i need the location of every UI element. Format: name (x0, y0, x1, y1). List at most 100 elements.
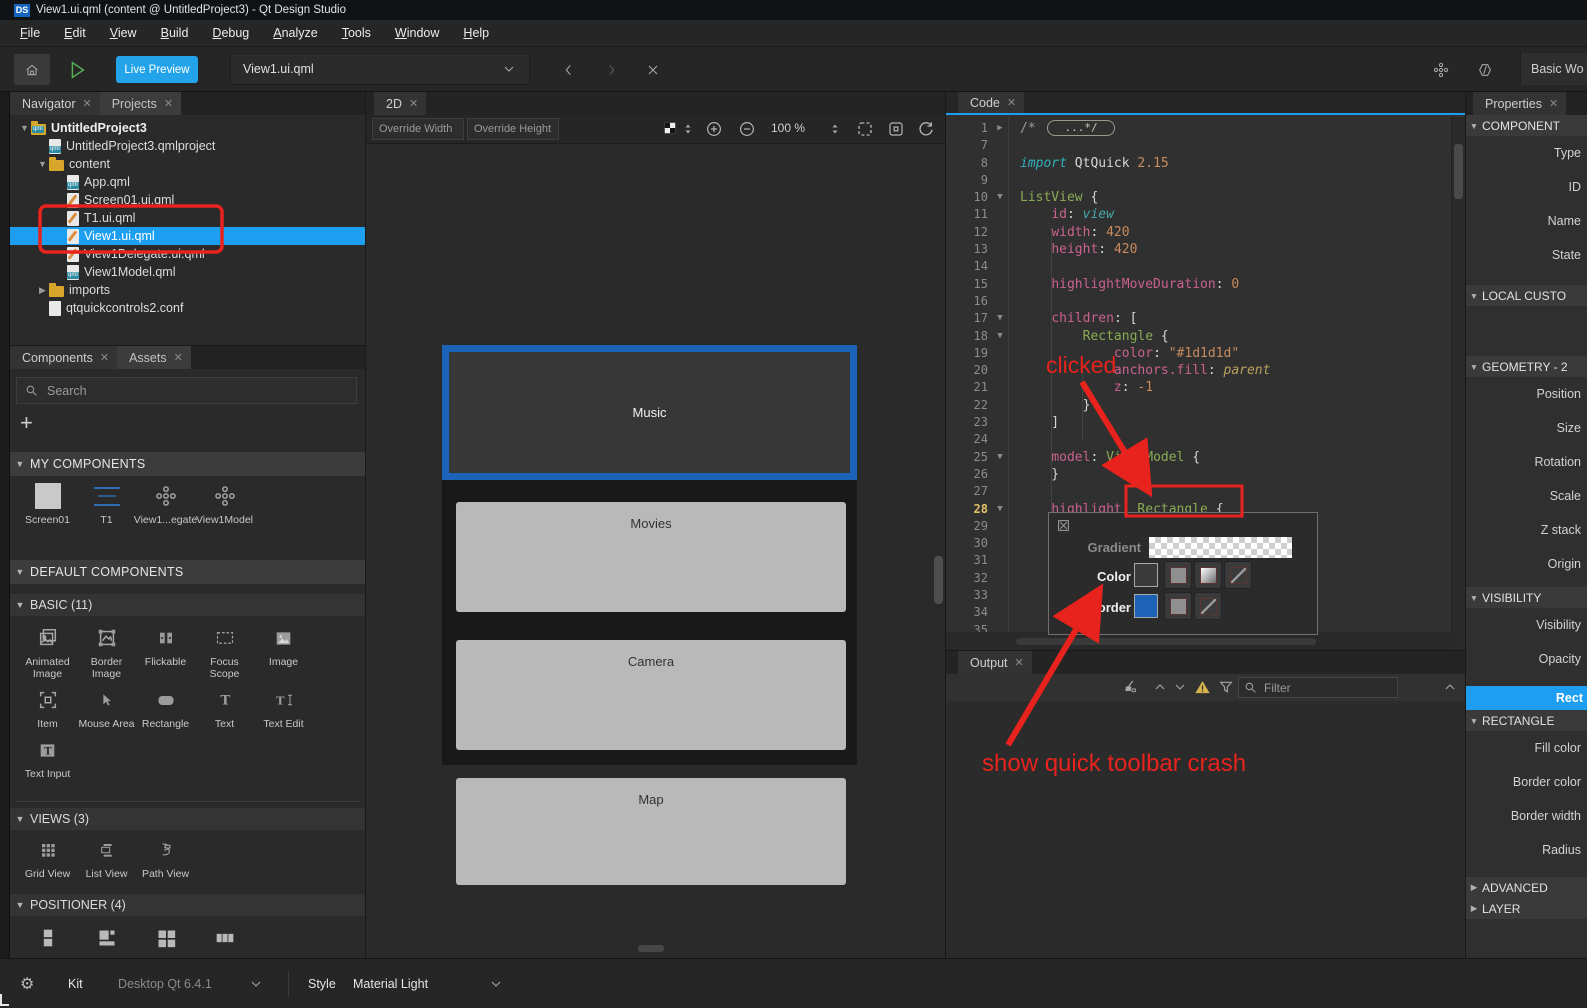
section-advanced[interactable]: ▶ADVANCED (1466, 877, 1587, 898)
code-line-7[interactable]: 7 (946, 137, 1452, 154)
tree-item-view1model-qml[interactable]: View1Model.qml (10, 263, 365, 281)
component-image[interactable]: Image (254, 622, 313, 680)
code-line-18[interactable]: 18▼ Rectangle { (946, 328, 1452, 345)
property-id[interactable]: ID (1466, 170, 1587, 204)
color-transparent-button[interactable] (1224, 561, 1252, 589)
component-pos-flow[interactable] (77, 922, 136, 954)
folded-comment-pill[interactable]: ...*/ (1047, 120, 1114, 136)
section-default-components[interactable]: ▼DEFAULT COMPONENTS (10, 560, 365, 584)
border-transparent-button[interactable] (1194, 592, 1222, 620)
component-text[interactable]: TText (195, 684, 254, 730)
color-solid-button[interactable] (1164, 561, 1192, 589)
close-icon[interactable]: ✕ (174, 351, 183, 364)
list-item-camera[interactable]: Camera (456, 640, 846, 750)
tab-properties[interactable]: Properties✕ (1473, 92, 1566, 115)
expander-icon[interactable]: ▼ (36, 159, 49, 169)
property-z-stack[interactable]: Z stack (1466, 513, 1587, 547)
close-icon[interactable]: ✕ (164, 97, 173, 110)
section-visibility[interactable]: ▼VISIBILITY (1466, 587, 1587, 608)
border-solid-button[interactable] (1164, 592, 1192, 620)
tree-item-qtquickcontrols2-conf[interactable]: qtquickcontrols2.conf (10, 299, 365, 317)
property-visibility[interactable]: Visibility (1466, 608, 1587, 642)
tree-item-t1-ui-qml[interactable]: T1.ui.qml (10, 209, 365, 227)
menu-help[interactable]: Help (451, 20, 501, 46)
tab-assets[interactable]: Assets✕ (117, 346, 191, 369)
property-scale[interactable]: Scale (1466, 479, 1587, 513)
code-hscroll-handle[interactable] (1016, 638, 1316, 645)
code-line-1[interactable]: 1▶/* ...*/ (946, 120, 1452, 137)
selected-tab-rect[interactable]: Rect (1466, 686, 1587, 710)
live-preview-button[interactable]: Live Preview (116, 56, 198, 83)
component-text-edit[interactable]: TText Edit (254, 684, 313, 730)
menu-tools[interactable]: Tools (330, 20, 383, 46)
close-icon[interactable]: ✕ (1007, 96, 1016, 109)
collapse-panel-icon[interactable] (1442, 679, 1458, 695)
section-local-custo[interactable]: ▼LOCAL CUSTO (1466, 285, 1587, 306)
component-search[interactable] (16, 377, 357, 404)
expander-icon[interactable]: ▼ (18, 123, 31, 133)
code-line-25[interactable]: 25▼ model: View1Model { (946, 449, 1452, 466)
close-icon[interactable]: ✕ (1015, 656, 1024, 669)
run-button[interactable] (60, 54, 94, 85)
property-name[interactable]: Name (1466, 204, 1587, 238)
tree-item-imports[interactable]: ▶imports (10, 281, 365, 299)
kit-value[interactable]: Desktop Qt 6.4.1 (118, 973, 212, 995)
component-border-image[interactable]: Border Image (77, 622, 136, 680)
code-line-15[interactable]: 15 highlightMoveDuration: 0 (946, 276, 1452, 293)
code-line-23[interactable]: 23 ] (946, 414, 1452, 431)
code-line-13[interactable]: 13 height: 420 (946, 241, 1452, 258)
fold-marker-icon[interactable]: ▼ (992, 449, 1008, 466)
code-line-26[interactable]: 26 } (946, 466, 1452, 483)
property-opacity[interactable]: Opacity (1466, 642, 1587, 676)
tree-item-app-qml[interactable]: App.qml (10, 173, 365, 191)
code-line-16[interactable]: 16 (946, 293, 1452, 310)
nav-back-button[interactable] (556, 57, 582, 83)
tab-components[interactable]: Components✕ (10, 346, 117, 369)
component-rectangle[interactable]: Rectangle (136, 684, 195, 730)
component-pos-row[interactable] (195, 922, 254, 954)
code-line-9[interactable]: 9 (946, 172, 1452, 189)
menu-build[interactable]: Build (149, 20, 201, 46)
code-scrollbar-track[interactable] (1451, 117, 1465, 650)
zoom-in-icon[interactable] (705, 120, 723, 138)
menu-edit[interactable]: Edit (52, 20, 98, 46)
component-view1model[interactable]: View1Model (195, 480, 254, 526)
close-icon[interactable]: ✕ (409, 97, 418, 110)
property-state[interactable]: State (1466, 238, 1587, 272)
section-geometry-2[interactable]: ▼GEOMETRY - 2 (1466, 356, 1587, 377)
component-text-input[interactable]: TText Input (18, 734, 77, 780)
code-line-22[interactable]: 22 } (946, 397, 1452, 414)
component-mouse-area[interactable]: Mouse Area (77, 684, 136, 730)
component-pos-column[interactable] (18, 922, 77, 954)
filter-icon[interactable] (1218, 679, 1234, 695)
close-icon[interactable]: ✕ (1549, 97, 1558, 110)
component-animated-image[interactable]: Animated Image (18, 622, 77, 680)
tab-output[interactable]: Output✕ (958, 651, 1032, 674)
property-position[interactable]: Position (1466, 377, 1587, 411)
nav-forward-button[interactable] (598, 57, 624, 83)
component-list-view[interactable]: List View (77, 834, 136, 880)
share-nodes-button[interactable] (1428, 57, 1454, 83)
property-type[interactable]: Type (1466, 136, 1587, 170)
zoom-out-icon[interactable] (738, 120, 756, 138)
output-filter[interactable] (1238, 677, 1398, 698)
section-rectangle[interactable]: ▼RECTANGLE (1466, 710, 1587, 731)
section-positioner[interactable]: ▼POSITIONER (4) (10, 894, 365, 916)
code-line-12[interactable]: 12 width: 420 (946, 224, 1452, 241)
canvas-vertical-scrollbar[interactable] (934, 556, 943, 604)
fold-marker-icon[interactable]: ▶ (992, 120, 1008, 137)
tab-code[interactable]: Code✕ (958, 92, 1024, 113)
code-line-10[interactable]: 10▼ListView { (946, 189, 1452, 206)
tree-item-view1delegate-ui-qml[interactable]: View1Delegate.ui.qml (10, 245, 365, 263)
menu-analyze[interactable]: Analyze (261, 20, 329, 46)
property-size[interactable]: Size (1466, 411, 1587, 445)
property-radius[interactable]: Radius (1466, 833, 1587, 867)
tab-navigator[interactable]: Navigator✕ (10, 92, 100, 115)
reset-view-icon[interactable] (917, 120, 935, 138)
section-views[interactable]: ▼VIEWS (3) (10, 808, 365, 830)
next-item-icon[interactable] (1172, 679, 1188, 695)
tab-projects[interactable]: Projects✕ (100, 92, 181, 115)
color-swatch[interactable] (1134, 563, 1158, 587)
menu-file[interactable]: File (8, 20, 52, 46)
tree-item-untitledproject3[interactable]: ▼UntitledProject3 (10, 119, 365, 137)
